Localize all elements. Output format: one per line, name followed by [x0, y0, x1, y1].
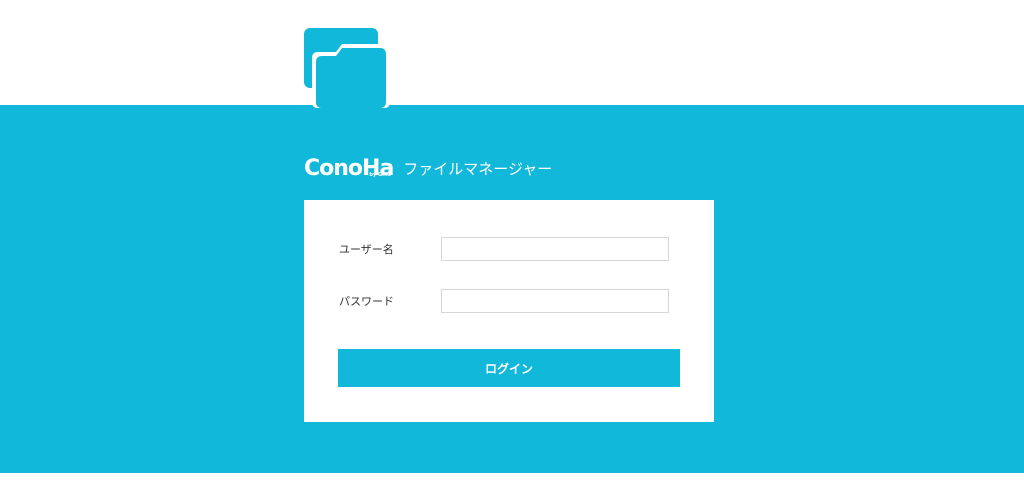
password-row: パスワード: [339, 288, 679, 314]
password-label: パスワード: [339, 295, 394, 308]
folder-icon: [304, 28, 390, 108]
username-label: ユーザー名: [339, 243, 394, 256]
login-panel: ユーザー名 パスワード ログイン: [304, 200, 714, 422]
app-title: ファイルマネージャー: [403, 160, 553, 178]
login-button[interactable]: ログイン: [338, 349, 680, 387]
login-page: ConoHa by GMO ファイルマネージャー ユーザー名 パスワード ログイ…: [0, 0, 1024, 503]
username-row: ユーザー名: [339, 236, 679, 262]
username-input[interactable]: [441, 237, 669, 261]
conoha-logo: ConoHa by GMO: [304, 156, 394, 182]
logo-subtext: by GMO: [369, 172, 392, 178]
password-input[interactable]: [441, 289, 669, 313]
brand-header: ConoHa by GMO ファイルマネージャー: [304, 154, 552, 184]
